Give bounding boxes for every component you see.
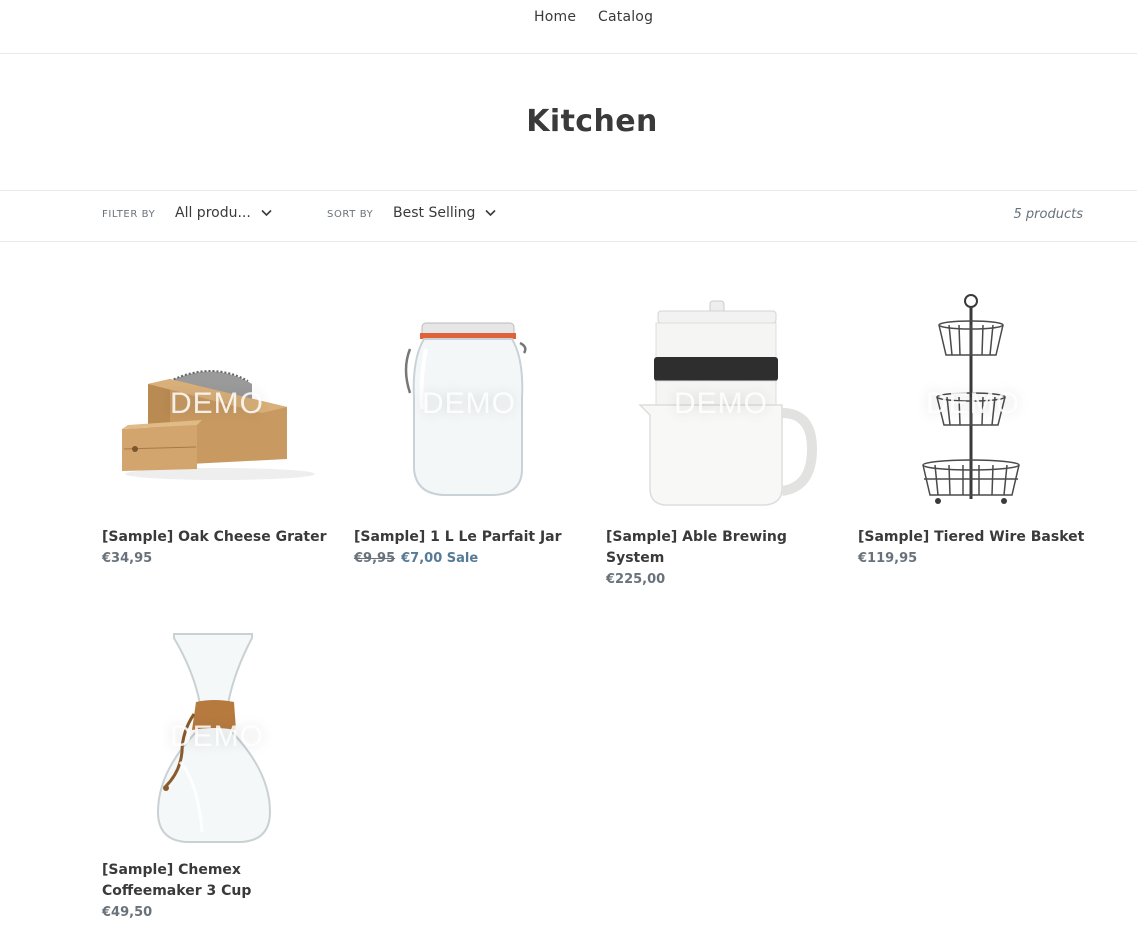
filter-select-value: All produ... xyxy=(175,205,251,221)
sale-badge: Sale xyxy=(446,551,479,566)
product-card-able-brewing-system[interactable]: DEMO [Sample] Able Brewing System €225,0… xyxy=(606,289,836,590)
sort-by-label: SORT BY xyxy=(327,209,374,220)
nav-link-home[interactable]: Home xyxy=(534,9,576,25)
regular-price: €119,95 xyxy=(858,551,918,566)
product-title[interactable]: [Sample] Oak Cheese Grater xyxy=(102,527,332,548)
product-price: €119,95 xyxy=(858,548,1088,569)
wire-basket-image[interactable]: DEMO xyxy=(858,289,1088,519)
filter-select[interactable]: All produ... xyxy=(175,205,272,221)
product-count: 5 products xyxy=(1013,207,1083,222)
regular-price: €225,00 xyxy=(606,572,666,587)
product-title[interactable]: [Sample] Tiered Wire Basket xyxy=(858,527,1088,548)
product-card-chemex-coffeemaker[interactable]: DEMO [Sample] Chemex Coffeemaker 3 Cup €… xyxy=(102,622,332,923)
compare-at-price: €9,95 xyxy=(354,551,396,566)
page-title: Kitchen xyxy=(526,104,658,139)
sort-select-value: Best Selling xyxy=(393,205,476,221)
product-title[interactable]: [Sample] Chemex Coffeemaker 3 Cup xyxy=(102,860,332,902)
chemex-image[interactable]: DEMO xyxy=(102,622,332,852)
product-title[interactable]: [Sample] Able Brewing System xyxy=(606,527,836,569)
product-price: €49,50 xyxy=(102,902,332,923)
sale-price: €7,00 xyxy=(401,551,443,566)
filter-bar: FILTER BY All produ... SORT BY Best Sell… xyxy=(0,190,1137,242)
chevron-down-icon xyxy=(261,205,272,221)
product-card-le-parfait-jar[interactable]: DEMO [Sample] 1 L Le Parfait Jar €9,95 €7… xyxy=(354,289,584,569)
chevron-down-icon xyxy=(485,205,496,221)
regular-price: €49,50 xyxy=(102,905,153,920)
product-card-tiered-wire-basket[interactable]: DEMO [Sample] Tiered Wire Basket €119,95 xyxy=(858,289,1088,569)
product-price: €9,95 €7,00 Sale xyxy=(354,548,584,569)
product-price: €225,00 xyxy=(606,569,836,590)
top-navigation: Home Catalog xyxy=(0,0,1137,54)
nav-link-catalog[interactable]: Catalog xyxy=(598,9,653,25)
regular-price: €34,95 xyxy=(102,551,153,566)
sort-select[interactable]: Best Selling xyxy=(393,205,496,221)
product-price: €34,95 xyxy=(102,548,332,569)
jar-image[interactable]: DEMO xyxy=(354,289,584,519)
product-title[interactable]: [Sample] 1 L Le Parfait Jar xyxy=(354,527,584,548)
filter-by-label: FILTER BY xyxy=(102,209,156,220)
product-card-oak-cheese-grater[interactable]: DEMO [Sample] Oak Cheese Grater €34,95 xyxy=(102,289,332,569)
cheese-grater-image[interactable]: DEMO xyxy=(102,289,332,519)
brewing-system-image[interactable]: DEMO xyxy=(606,289,836,519)
